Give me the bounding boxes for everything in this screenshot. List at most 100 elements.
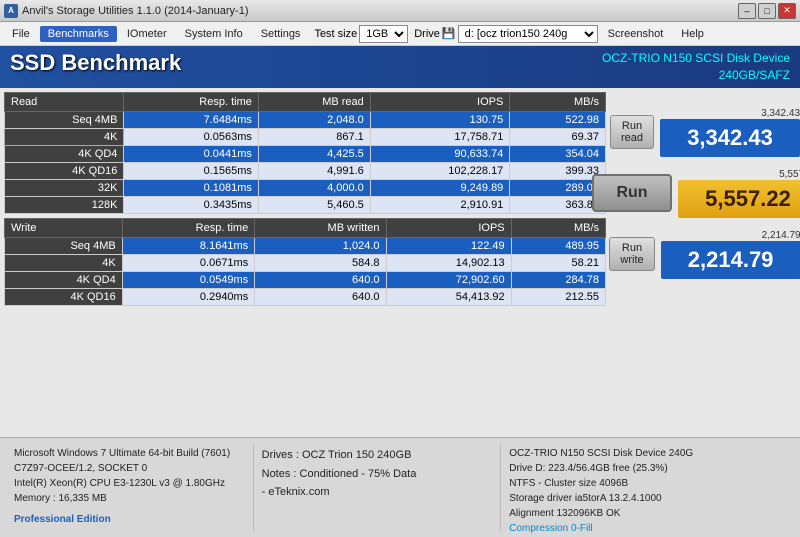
mb-read-col-header: MB read [258, 92, 370, 111]
run-write-button[interactable]: Run write [609, 237, 654, 271]
test-size-group: Test size 1GB 4GB 8GB [314, 25, 408, 43]
iops-cell: 14,902.13 [386, 254, 511, 271]
drive-line1: OCZ-TRIO N150 SCSI Disk Device 240G [509, 446, 786, 461]
resp-time-cell: 0.0549ms [122, 271, 255, 288]
title-bar: A Anvil's Storage Utilities 1.1.0 (2014-… [0, 0, 800, 22]
content-wrapper: Read Resp. time MB read IOPS MB/s Seq 4M… [0, 88, 800, 437]
write-score-container: 2,214.79 2,214.79 [661, 230, 800, 279]
bottom-bar: Microsoft Windows 7 Ultimate 64-bit Buil… [0, 437, 800, 537]
resp-time-cell: 0.1081ms [124, 179, 258, 196]
resp-time-col-header: Resp. time [124, 92, 258, 111]
row-label: 4K [5, 128, 124, 145]
write-table: Write Resp. time MB written IOPS MB/s Se… [4, 218, 606, 306]
read-score-container: 3,342.43 3,342.43 [660, 108, 800, 157]
device-line1: OCZ-TRIO N150 SCSI Disk Device [602, 50, 790, 67]
table-row: 4K QD4 0.0549ms 640.0 72,902.60 284.78 [5, 271, 606, 288]
resp-time-cell: 0.0671ms [122, 254, 255, 271]
pro-edition-label: Professional Edition [14, 512, 245, 527]
iops-cell: 54,413.92 [386, 288, 511, 305]
iops-cell: 90,633.74 [370, 145, 510, 162]
sys-line1: Microsoft Windows 7 Ultimate 64-bit Buil… [14, 446, 245, 461]
read-score-box: 3,342.43 [660, 119, 800, 157]
iops-cell: 102,228.17 [370, 162, 510, 179]
menu-iometer[interactable]: IOmeter [119, 26, 175, 42]
table-row: 128K 0.3435ms 5,460.5 2,910.91 363.86 [5, 196, 606, 213]
close-button[interactable]: ✕ [778, 3, 796, 19]
mbs-cell: 212.55 [511, 288, 605, 305]
mbs-cell: 58.21 [511, 254, 605, 271]
resp-time-cell: 0.1565ms [124, 162, 258, 179]
app-header: SSD Benchmark OCZ-TRIO N150 SCSI Disk De… [0, 46, 800, 88]
iops-cell: 122.49 [386, 237, 511, 254]
table-row: 4K QD16 0.2940ms 640.0 54,413.92 212.55 [5, 288, 606, 305]
test-size-select[interactable]: 1GB 4GB 8GB [359, 25, 408, 43]
mb-written-cell: 640.0 [255, 271, 386, 288]
write-score-label: 2,214.79 [661, 230, 800, 241]
iops-cell: 2,910.91 [370, 196, 510, 213]
menu-help[interactable]: Help [673, 26, 712, 42]
mb-read-cell: 867.1 [258, 128, 370, 145]
mb-read-cell: 5,460.5 [258, 196, 370, 213]
row-label: Seq 4MB [5, 111, 124, 128]
row-label: 4K QD4 [5, 271, 123, 288]
drive-group: Drive 💾 d: [ocz trion150 240g [414, 25, 597, 43]
table-row: 4K 0.0563ms 867.1 17,758.71 69.37 [5, 128, 606, 145]
total-score-container: 5,557.22 5,557.22 [678, 169, 800, 218]
table-row: Seq 4MB 7.6484ms 2,048.0 130.75 522.98 [5, 111, 606, 128]
sys-line4: Memory : 16,335 MB [14, 491, 245, 506]
row-label: 128K [5, 196, 124, 213]
row-label: 32K [5, 179, 124, 196]
device-info: OCZ-TRIO N150 SCSI Disk Device 240GB/SAF… [602, 50, 790, 84]
total-score-label: 5,557.22 [678, 169, 800, 180]
drive-line6: Compression 0-Fill [509, 521, 786, 536]
sys-line3: Intel(R) Xeon(R) CPU E3-1230L v3 @ 1.80G… [14, 476, 245, 491]
run-read-button[interactable]: Run read [610, 115, 654, 149]
iops-cell: 9,249.89 [370, 179, 510, 196]
menu-screenshot[interactable]: Screenshot [600, 26, 672, 42]
menu-file[interactable]: File [4, 26, 38, 42]
mb-read-cell: 4,000.0 [258, 179, 370, 196]
table-row: 4K 0.0671ms 584.8 14,902.13 58.21 [5, 254, 606, 271]
row-label: Seq 4MB [5, 237, 123, 254]
iops-col-header: IOPS [370, 92, 510, 111]
right-panel: Run read 3,342.43 3,342.43 Run 5,557.22 … [610, 88, 800, 437]
test-size-label: Test size [314, 28, 357, 40]
iops-cell: 72,902.60 [386, 271, 511, 288]
write-score-box: 2,214.79 [661, 241, 800, 279]
row-label: 4K QD4 [5, 145, 124, 162]
notes-line2: Notes : Conditioned - 75% Data [262, 465, 493, 484]
notes-line3: - eTeknix.com [262, 483, 493, 502]
mbs-cell: 489.95 [511, 237, 605, 254]
drive-select[interactable]: d: [ocz trion150 240g [458, 25, 598, 43]
row-label: 4K [5, 254, 123, 271]
read-score-label: 3,342.43 [660, 108, 800, 119]
device-line2: 240GB/SAFZ [602, 67, 790, 84]
mb-written-cell: 584.8 [255, 254, 386, 271]
minimize-button[interactable]: ‒ [738, 3, 756, 19]
resp-time-cell: 0.0441ms [124, 145, 258, 162]
run-button[interactable]: Run [592, 174, 672, 212]
app-title: SSD Benchmark [10, 50, 181, 76]
table-row: 4K QD16 0.1565ms 4,991.6 102,228.17 399.… [5, 162, 606, 179]
sys-line2: C7Z97-OCEE/1.2, SOCKET 0 [14, 461, 245, 476]
iops-cell: 17,758.71 [370, 128, 510, 145]
mbs-col-header: MB/s [510, 92, 606, 111]
mb-written-cell: 640.0 [255, 288, 386, 305]
drive-icon: 💾 [442, 27, 456, 40]
row-label: 4K QD16 [5, 288, 123, 305]
total-score-box: 5,557.22 [678, 180, 800, 218]
mbs-cell: 284.78 [511, 271, 605, 288]
row-label: 4K QD16 [5, 162, 124, 179]
menu-benchmarks[interactable]: Benchmarks [40, 26, 117, 42]
mbs-col-header: MB/s [511, 218, 605, 237]
app-icon: A [4, 4, 18, 18]
maximize-button[interactable]: □ [758, 3, 776, 19]
menu-system-info[interactable]: System Info [177, 26, 251, 42]
mb-read-cell: 4,991.6 [258, 162, 370, 179]
table-row: 4K QD4 0.0441ms 4,425.5 90,633.74 354.04 [5, 145, 606, 162]
mb-read-cell: 4,425.5 [258, 145, 370, 162]
resp-time-cell: 0.0563ms [124, 128, 258, 145]
drive-info-section: OCZ-TRIO N150 SCSI Disk Device 240G Driv… [501, 444, 794, 531]
write-col-header: Write [5, 218, 123, 237]
menu-settings[interactable]: Settings [253, 26, 309, 42]
